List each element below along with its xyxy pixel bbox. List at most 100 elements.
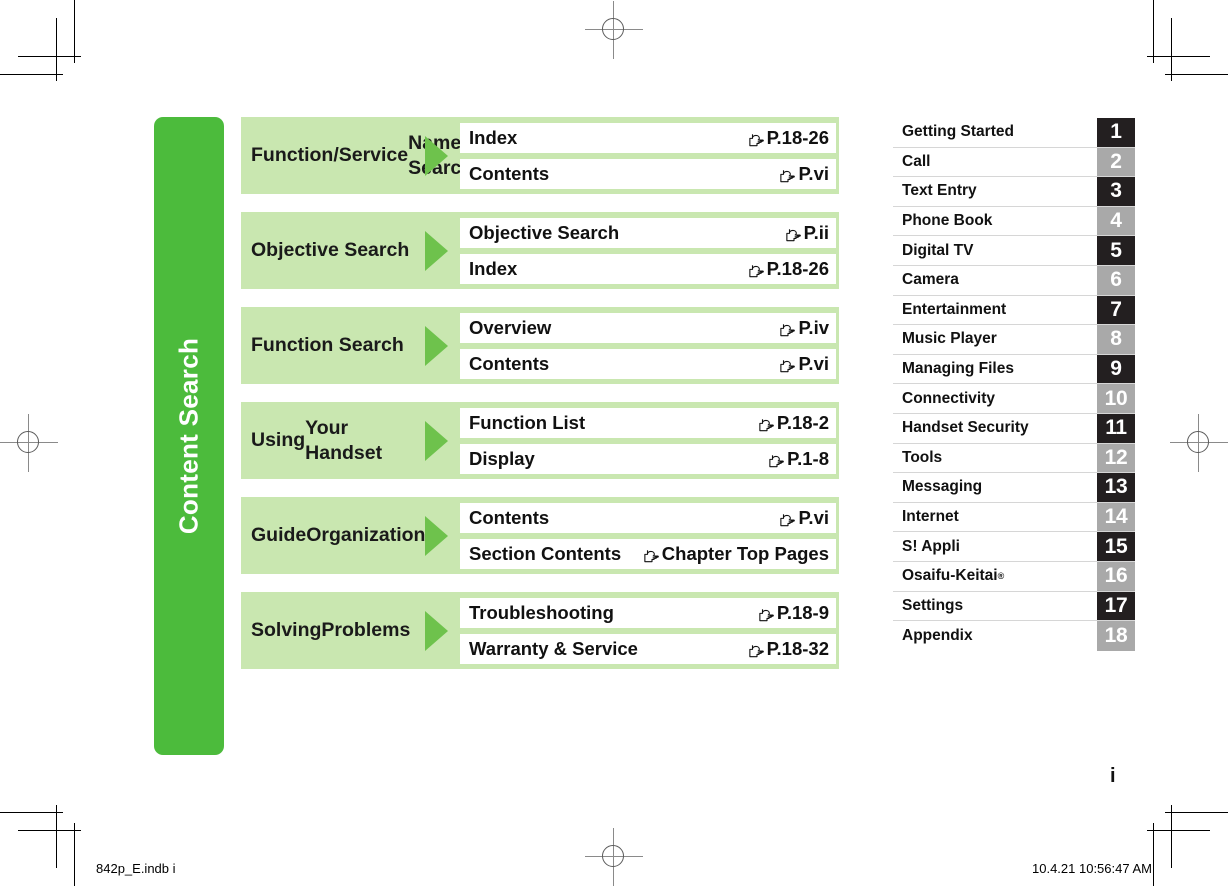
pointing-hand-icon [779,357,796,373]
page-reference[interactable]: P.18-32 [748,638,829,660]
search-target-label: Warranty & Service [469,637,638,659]
chapter-index-row[interactable]: Settings 17 [893,591,1135,622]
page-reference[interactable]: P.ii [785,222,829,244]
search-target-row[interactable]: Display P.1-8 [460,443,836,474]
chapter-index-list: Getting Started 1 Call 2 Text Entry 3 Phone Bo… [893,118,1135,651]
chapter-number-badge: 5 [1097,236,1135,265]
chapter-index-row[interactable]: Connectivity 10 [893,384,1135,414]
search-method-title-line: Using [251,429,306,452]
pointing-hand-icon [748,262,765,278]
pointing-hand-icon [748,642,765,658]
page-reference-text: P.vi [798,162,829,184]
search-target-row[interactable]: Section Contents Chapter Top Pages [460,538,836,569]
chapter-number-badge: 2 [1097,147,1135,177]
chapter-index-row[interactable]: Music Player 8 [893,325,1135,355]
page-reference[interactable]: P.vi [779,163,829,185]
page-reference[interactable]: P.vi [779,507,829,529]
search-target-row[interactable]: Contents P.vi [460,502,836,533]
chapter-name: Entertainment [893,295,1097,325]
chapter-index-row[interactable]: S! Appli 15 [893,532,1135,562]
manual-page: Content Search Function/Service Name Sear… [0,0,1228,886]
chapter-name: Internet [893,502,1097,532]
search-method-title: Function/Service Name Search [241,117,473,194]
search-method-block: Function Search Overview P.iv Contents P.vi [241,307,839,384]
pointing-hand-icon [643,547,660,563]
search-method-block: Guide Organization Contents P.vi Section Con… [241,497,839,574]
search-target-label: Overview [469,316,552,338]
chapter-name: Text Entry [893,177,1097,206]
chapter-name: Digital TV [893,236,1097,265]
search-target-rows: Function List P.18-2 Display P.1-8 [460,402,839,479]
search-target-row[interactable]: Contents P.vi [460,158,836,189]
section-tab-content-search: Content Search [154,117,224,755]
chapter-index-row[interactable]: Call 2 [893,147,1135,178]
page-reference[interactable]: P.1-8 [768,448,829,470]
right-triangle-arrow-icon [418,117,460,194]
search-method-title-line: Problems [321,619,411,642]
search-method-list: Function/Service Name Search Index P.18-26 C… [241,117,839,669]
page-reference-text: P.ii [803,221,829,243]
chapter-index-row[interactable]: Phone Book 4 [893,206,1135,237]
page-reference[interactable]: P.18-26 [748,127,829,149]
page-reference[interactable]: P.vi [779,353,829,375]
chapter-name-text: Entertainment [902,300,1007,318]
chapter-number-badge: 8 [1097,325,1135,354]
page-reference-text: P.1-8 [787,447,829,469]
chapter-index-row[interactable]: Appendix 18 [893,621,1135,651]
chapter-number-badge: 9 [1097,354,1135,384]
right-triangle-arrow-icon [418,592,460,669]
page-reference-text: Chapter Top Pages [661,542,829,564]
chapter-index-row[interactable]: Text Entry 3 [893,177,1135,207]
search-target-row[interactable]: Troubleshooting P.18-9 [460,597,836,628]
pointing-hand-icon [785,226,802,242]
search-target-label: Contents [469,352,550,374]
search-target-row[interactable]: Warranty & Service P.18-32 [460,633,836,664]
page-reference[interactable]: P.iv [779,317,829,339]
search-method-title: Guide Organization [241,497,425,574]
search-target-row[interactable]: Contents P.vi [460,348,836,379]
search-method-title-line: Objective Search [251,239,410,262]
page-reference[interactable]: Chapter Top Pages [643,543,829,565]
search-target-row[interactable]: Function List P.18-2 [460,407,836,438]
chapter-name: S! Appli [893,532,1097,561]
section-tab-label: Content Search [173,337,204,535]
page-reference-text: P.18-26 [766,257,829,279]
page-reference[interactable]: P.18-9 [758,602,829,624]
search-target-row[interactable]: Index P.18-26 [460,122,836,153]
search-target-row[interactable]: Overview P.iv [460,312,836,343]
chapter-index-row[interactable]: Tools 12 [893,443,1135,474]
chapter-index-row[interactable]: Osaifu-Keitai ® 16 [893,561,1135,592]
search-target-row[interactable]: Objective Search P.ii [460,217,836,248]
chapter-name-text: Internet [902,508,959,526]
chapter-index-row[interactable]: Internet 14 [893,502,1135,533]
chapter-number-badge: 17 [1097,591,1135,621]
page-reference-text: P.18-26 [766,126,829,148]
chapter-index-row[interactable]: Entertainment 7 [893,295,1135,326]
search-method-title: Using Your Handset [241,402,418,479]
chapter-name: Call [893,147,1097,177]
chapter-index-row[interactable]: Handset Security 11 [893,413,1135,444]
chapter-index-row[interactable]: Digital TV 5 [893,236,1135,266]
chapter-index-row[interactable]: Camera 6 [893,265,1135,296]
chapter-index-row[interactable]: Getting Started 1 [893,118,1135,148]
chapter-name-text: Tools [902,448,943,466]
search-target-rows: Overview P.iv Contents P.vi [460,307,839,384]
chapter-index-row[interactable]: Messaging 13 [893,473,1135,503]
search-method-block: Using Your Handset Function List P.18-2 Disp… [241,402,839,479]
pointing-hand-icon [748,131,765,147]
search-target-row[interactable]: Index P.18-26 [460,253,836,284]
page-reference-text: P.18-32 [766,637,829,659]
chapter-name: Osaifu-Keitai ® [893,561,1097,591]
chapter-name-text: Phone Book [902,212,993,230]
page-reference[interactable]: P.18-26 [748,258,829,280]
page-reference[interactable]: P.18-2 [758,412,829,434]
chapter-number-badge: 16 [1097,561,1135,591]
chapter-name: Connectivity [893,384,1097,413]
chapter-number-badge: 3 [1097,177,1135,206]
pointing-hand-icon [758,606,775,622]
page-reference-text: P.vi [798,352,829,374]
chapter-index-row[interactable]: Managing Files 9 [893,354,1135,385]
chapter-name-text: Osaifu-Keitai [902,567,998,585]
search-target-label: Contents [469,162,550,184]
footer-file-slug: 842p_E.indb i [96,861,176,876]
